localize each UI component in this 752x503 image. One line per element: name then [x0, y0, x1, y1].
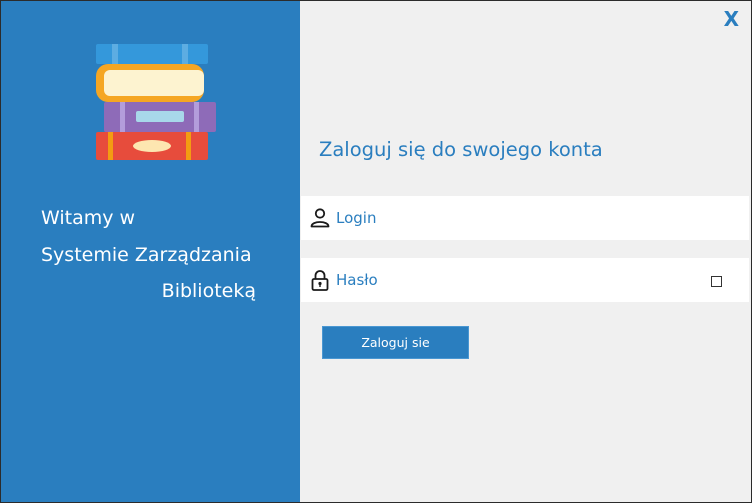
books-stack-icon	[96, 44, 216, 160]
show-password-checkbox[interactable]	[711, 276, 722, 287]
password-field-row	[301, 258, 749, 302]
welcome-line-3: Biblioteką	[161, 280, 256, 302]
welcome-panel: Witamy w Systemie Zarządzania Biblioteką	[1, 1, 300, 502]
user-icon	[310, 208, 330, 228]
password-input[interactable]	[336, 258, 696, 302]
login-window: Witamy w Systemie Zarządzania Biblioteką…	[0, 0, 752, 503]
login-input[interactable]	[336, 196, 696, 240]
login-field-row	[301, 196, 749, 240]
close-button[interactable]: X	[724, 7, 739, 31]
login-heading: Zaloguj się do swojego konta	[319, 138, 603, 161]
login-button[interactable]: Zaloguj sie	[322, 326, 469, 359]
welcome-line-1: Witamy w	[41, 207, 136, 229]
padlock-icon	[311, 270, 329, 291]
welcome-line-2: Systemie Zarządzania	[41, 244, 252, 266]
